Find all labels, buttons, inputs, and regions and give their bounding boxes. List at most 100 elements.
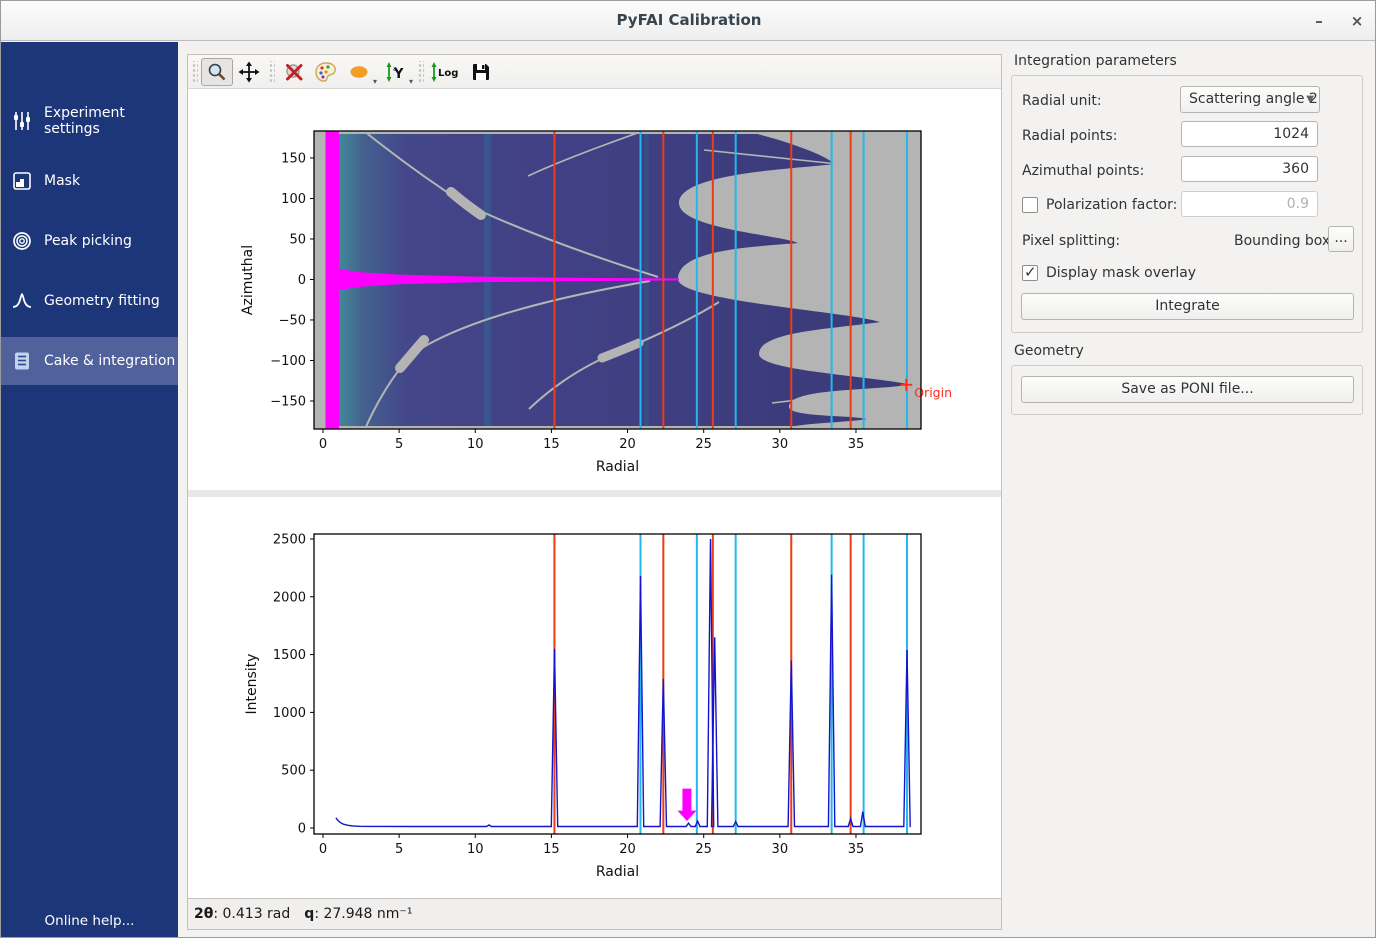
svg-text:5: 5 [395, 437, 403, 452]
svg-text:5: 5 [395, 842, 403, 857]
peak-curve-icon [11, 290, 33, 312]
azimuthal-points-label: Azimuthal points: [1022, 163, 1144, 179]
plot-toolbar: ▾ Y a ▾ Log [188, 55, 1001, 89]
mask-icon [11, 170, 33, 192]
ellipse-tool-icon [348, 61, 372, 83]
svg-text:25: 25 [695, 842, 712, 857]
svg-text:20: 20 [619, 842, 636, 857]
svg-text:35: 35 [848, 842, 865, 857]
mask-display-button[interactable]: ▾ [342, 58, 378, 86]
colormap-button[interactable] [310, 58, 342, 86]
pixel-splitting-value: Bounding box [1234, 233, 1330, 249]
beamstop-mask-vertical [326, 131, 340, 429]
ring-annotation-arrow [677, 789, 696, 821]
svg-text:25: 25 [695, 437, 712, 452]
svg-text:0: 0 [319, 842, 327, 857]
magnifier-icon [206, 61, 228, 83]
svg-text:150: 150 [281, 151, 306, 166]
toolbar-grip [268, 61, 275, 83]
sidebar-item-label: Mask [44, 173, 80, 189]
sidebar-item-label: Geometry fitting [44, 293, 160, 309]
svg-text:20: 20 [619, 437, 636, 452]
radial-points-input[interactable]: 1024 [1181, 121, 1318, 147]
autoscale-y-button[interactable]: Y a ▾ [378, 58, 414, 86]
two-theta-value: : 0.413 rad [213, 906, 290, 922]
svg-text:Log: Log [438, 68, 458, 79]
sidebar-item-label: Experiment settings [44, 105, 178, 137]
svg-text:−50: −50 [279, 313, 306, 328]
svg-text:0: 0 [298, 821, 306, 836]
svg-text:2000: 2000 [273, 590, 306, 605]
sidebar-item-cake-integration[interactable]: Cake & integration [1, 337, 178, 385]
log-scale-button[interactable]: Log [427, 58, 465, 86]
cake-integration-icon [11, 350, 33, 372]
toolbar-grip [417, 61, 424, 83]
mask-overlay-checkbox[interactable] [1022, 265, 1038, 281]
pan-mode-button[interactable] [233, 58, 265, 86]
pixel-splitting-more-button[interactable]: ... [1328, 226, 1354, 252]
zoom-mode-button[interactable] [201, 58, 233, 86]
sidebar-item-label: Peak picking [44, 233, 132, 249]
svg-text:15: 15 [543, 842, 560, 857]
sliders-icon [11, 110, 33, 132]
q-value: : 27.948 nm⁻¹ [314, 906, 412, 922]
minimize-button[interactable]: – [1306, 9, 1332, 33]
svg-text:−100: −100 [270, 354, 306, 369]
svg-text:Radial: Radial [596, 864, 639, 880]
svg-text:Intensity: Intensity [244, 654, 260, 715]
svg-text:Radial: Radial [596, 459, 639, 475]
svg-text:500: 500 [281, 764, 306, 779]
sidebar-item-mask[interactable]: Mask [1, 157, 178, 205]
sidebar-item-experiment-settings[interactable]: Experiment settings [1, 97, 178, 145]
plot-splitter[interactable] [188, 490, 1001, 497]
radial-points-label: Radial points: [1022, 128, 1117, 144]
polarization-input: 0.9 [1181, 191, 1318, 217]
mask-overlay-label: Display mask overlay [1046, 265, 1196, 281]
window-title: PyFAI Calibration [1, 11, 1376, 29]
svg-text:1000: 1000 [273, 706, 306, 721]
svg-text:10: 10 [467, 842, 484, 857]
polarization-label: Polarization factor: [1046, 197, 1177, 213]
svg-text:30: 30 [772, 437, 789, 452]
cake-plot-canvas[interactable]: Origin 05101520253035−150−100−5005010015… [231, 106, 971, 491]
sidebar-item-geometry-fitting[interactable]: Geometry fitting [1, 277, 178, 325]
svg-text:0: 0 [298, 273, 306, 288]
log-scale-icon: Log [430, 61, 462, 83]
cake-image-decor [314, 131, 921, 429]
dropdown-caret-icon: ▾ [373, 77, 377, 86]
svg-text:30: 30 [772, 842, 789, 857]
svg-text:35: 35 [848, 437, 865, 452]
pixel-splitting-label: Pixel splitting: [1022, 233, 1120, 249]
titlebar: PyFAI Calibration – × [1, 1, 1376, 41]
polarization-checkbox[interactable] [1022, 197, 1038, 213]
save-poni-button[interactable]: Save as PONI file... [1021, 376, 1354, 403]
online-help-link[interactable]: Online help... [1, 913, 178, 929]
q-label: q [304, 906, 314, 922]
clear-zoom-button[interactable] [278, 58, 310, 86]
intensity-ring-lines [554, 534, 907, 834]
floppy-save-icon [470, 61, 492, 83]
svg-text:2500: 2500 [273, 532, 306, 547]
svg-text:a: a [393, 65, 397, 73]
svg-text:1500: 1500 [273, 648, 306, 663]
integrate-button[interactable]: Integrate [1021, 293, 1354, 320]
geometry-title: Geometry [1014, 343, 1084, 359]
statusbar: 2θ : 0.413 rad q : 27.948 nm⁻¹ [188, 898, 1001, 929]
close-button[interactable]: × [1344, 9, 1370, 33]
svg-text:15: 15 [543, 437, 560, 452]
intensity-curve [336, 539, 911, 827]
svg-text:Azimuthal: Azimuthal [240, 245, 256, 315]
palette-icon [314, 61, 338, 83]
svg-text:50: 50 [289, 232, 306, 247]
toolbar-grip [191, 61, 198, 83]
azimuthal-points-input[interactable]: 360 [1181, 156, 1318, 182]
two-theta-label: 2θ [194, 906, 213, 922]
target-icon [11, 230, 33, 252]
radial-unit-dropdown[interactable]: Scattering angle 2 ▼ [1180, 86, 1320, 113]
intensity-plot-canvas[interactable]: 0 5 10 15 20 25 30 35 0 500 1000 1500 2000 2500 Radial… [231, 511, 971, 896]
svg-text:−150: −150 [270, 394, 306, 409]
cancel-zoom-icon [283, 61, 305, 83]
sidebar-item-peak-picking[interactable]: Peak picking [1, 217, 178, 265]
save-figure-button[interactable] [465, 58, 497, 86]
svg-text:Origin: Origin [914, 385, 952, 400]
